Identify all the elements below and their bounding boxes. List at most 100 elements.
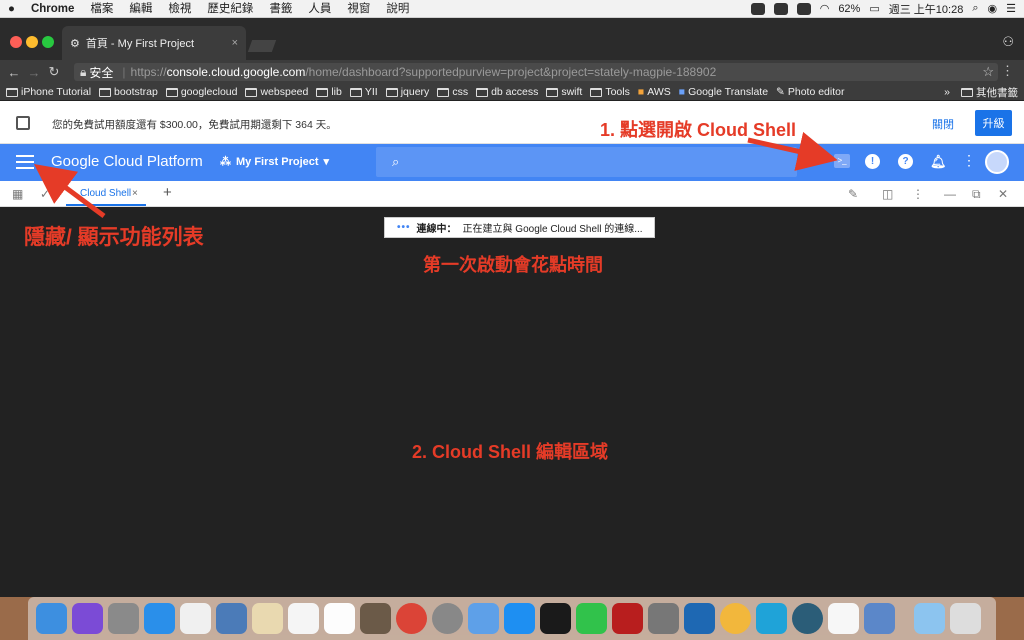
battery-percent[interactable]: 62% <box>838 3 860 15</box>
hamburger-menu-icon[interactable] <box>16 155 34 169</box>
tab-close-icon[interactable]: × <box>232 37 238 49</box>
dismiss-button[interactable]: 關閉 <box>932 116 954 132</box>
bookmark-item[interactable]: webspeed <box>245 86 308 98</box>
chrome-icon[interactable] <box>396 603 427 634</box>
bookmark-item[interactable]: db access <box>476 86 538 98</box>
help-icon[interactable]: ? <box>898 154 913 169</box>
reload-icon[interactable]: ↻ <box>44 64 64 80</box>
image-capture-icon[interactable] <box>864 603 895 634</box>
line-icon[interactable] <box>796 2 811 15</box>
menu-help[interactable]: 說明 <box>378 0 417 18</box>
app-icon[interactable] <box>720 603 751 634</box>
menu-history[interactable]: 歷史紀錄 <box>199 0 261 18</box>
browser-menu-icon[interactable]: ⋮ <box>1001 63 1014 79</box>
open-new-window-icon[interactable]: ⧉ <box>972 187 981 202</box>
menubar-clock[interactable]: 週三 上午10:28 <box>889 1 964 17</box>
search-input[interactable]: ⌕ <box>376 147 797 177</box>
system-preferences-icon[interactable] <box>648 603 679 634</box>
bookmark-item[interactable]: css <box>437 86 468 98</box>
menu-view[interactable]: 檢視 <box>160 0 199 18</box>
terminal-icon[interactable]: >_ <box>834 154 850 168</box>
browser-tab[interactable]: ⚙ 首頁 - My First Project × <box>62 26 246 60</box>
menu-file[interactable]: 檔案 <box>82 0 121 18</box>
menu-app-name[interactable]: Chrome <box>23 0 82 18</box>
sequel-pro-icon[interactable] <box>432 603 463 634</box>
bookmark-label: YII <box>364 86 378 98</box>
apple-menu-icon[interactable]: ● <box>0 0 23 18</box>
bell-icon[interactable]: 🔔︎ <box>930 154 947 169</box>
trash-icon[interactable] <box>950 603 981 634</box>
cloud-shell-terminal[interactable]: ••• 連線中： 正在建立與 Google Cloud Shell 的連線...… <box>0 207 1024 597</box>
minimize-icon[interactable]: — <box>944 187 956 201</box>
cloud-icon[interactable] <box>773 2 788 15</box>
maps-icon[interactable] <box>252 603 283 634</box>
notification-center-icon[interactable]: ☰ <box>1006 2 1016 15</box>
code-editor-icon[interactable]: ▦ <box>12 187 23 201</box>
bookmarks-overflow[interactable]: » 其他書籤 <box>944 85 1018 100</box>
more-vert-icon[interactable]: ⋮ <box>912 187 924 201</box>
bookmark-item[interactable]: lib <box>316 86 342 98</box>
feedback-icon[interactable]: ! <box>865 154 880 169</box>
siri-icon[interactable]: ◉ <box>988 2 998 15</box>
bookmark-item[interactable]: googlecloud <box>165 86 237 98</box>
menu-edit[interactable]: 編輯 <box>121 0 160 18</box>
sourcetree-icon[interactable] <box>792 603 823 634</box>
sublime-icon[interactable] <box>360 603 391 634</box>
app-store-icon[interactable] <box>504 603 535 634</box>
spotlight-icon[interactable]: ⌕ <box>972 2 978 15</box>
bookmark-item[interactable]: Tools <box>590 86 630 98</box>
add-session-button[interactable]: + <box>163 184 172 201</box>
filezilla-icon[interactable] <box>612 603 643 634</box>
bookmark-item[interactable]: ■ AWS <box>638 86 671 98</box>
bookmark-label: Google Translate <box>688 86 769 98</box>
gcp-title[interactable]: Google Cloud Platform <box>51 153 203 170</box>
downloads-folder-icon[interactable] <box>914 603 945 634</box>
line-app-icon[interactable] <box>576 603 607 634</box>
upgrade-button[interactable]: 升級 <box>975 110 1012 136</box>
bookmark-star-icon[interactable]: ☆ <box>982 64 994 80</box>
bookmark-item[interactable]: jquery <box>385 86 429 98</box>
finder-icon[interactable] <box>36 603 67 634</box>
bookmark-item[interactable]: YII <box>349 86 378 98</box>
bookmark-item[interactable]: ■ Google Translate <box>679 86 768 98</box>
menubar-status-icon[interactable] <box>750 2 765 15</box>
shell-menu-icon[interactable]: ✓ <box>40 187 50 201</box>
bookmark-item[interactable]: iPhone Tutorial <box>6 86 91 98</box>
address-bar[interactable]: 🔒︎ 安全 | https://console.cloud.google.com… <box>74 63 998 81</box>
bookmark-item[interactable]: bootstrap <box>99 86 158 98</box>
bookmark-item[interactable]: swift <box>546 86 582 98</box>
launchpad-icon[interactable] <box>108 603 139 634</box>
new-tab-button[interactable] <box>247 40 277 52</box>
menu-window[interactable]: 視窗 <box>339 0 378 18</box>
close-icon[interactable]: ✕ <box>998 187 1008 201</box>
zoom-window-button[interactable] <box>42 36 54 48</box>
textedit-icon[interactable] <box>828 603 859 634</box>
back-icon[interactable]: ← <box>4 65 24 80</box>
vscode-icon[interactable] <box>684 603 715 634</box>
avatar[interactable] <box>985 150 1009 174</box>
tab-cloud-shell[interactable]: Cloud Shell <box>80 188 131 199</box>
app-grid-icon[interactable] <box>180 603 211 634</box>
flag-icon[interactable]: ▭ <box>869 2 879 15</box>
project-selector[interactable]: ⁂ My First Project ▾ <box>220 155 329 169</box>
forward-icon[interactable]: → <box>24 65 44 80</box>
minimize-window-button[interactable] <box>26 36 38 48</box>
terminal-icon[interactable] <box>540 603 571 634</box>
itunes-icon[interactable] <box>288 603 319 634</box>
safari-icon[interactable] <box>144 603 175 634</box>
close-icon[interactable]: × <box>132 188 138 199</box>
menu-bookmarks[interactable]: 書籤 <box>261 0 300 18</box>
wifi-icon[interactable]: ◠ <box>820 2 830 15</box>
web-preview-icon[interactable]: ◫ <box>882 187 893 201</box>
pencil-icon[interactable]: ✎ <box>848 187 858 201</box>
menu-people[interactable]: 人員 <box>300 0 339 18</box>
siri-icon[interactable] <box>72 603 103 634</box>
preview-app-icon[interactable] <box>216 603 247 634</box>
profile-icon[interactable]: ⚇ <box>1002 34 1014 50</box>
close-window-button[interactable] <box>10 36 22 48</box>
photos-icon[interactable] <box>324 603 355 634</box>
markdown-icon[interactable] <box>756 603 787 634</box>
bookmark-item[interactable]: ✎ Photo editor <box>776 86 844 98</box>
xcode-icon[interactable] <box>468 603 499 634</box>
more-vert-icon[interactable]: ⋮ <box>962 152 976 169</box>
